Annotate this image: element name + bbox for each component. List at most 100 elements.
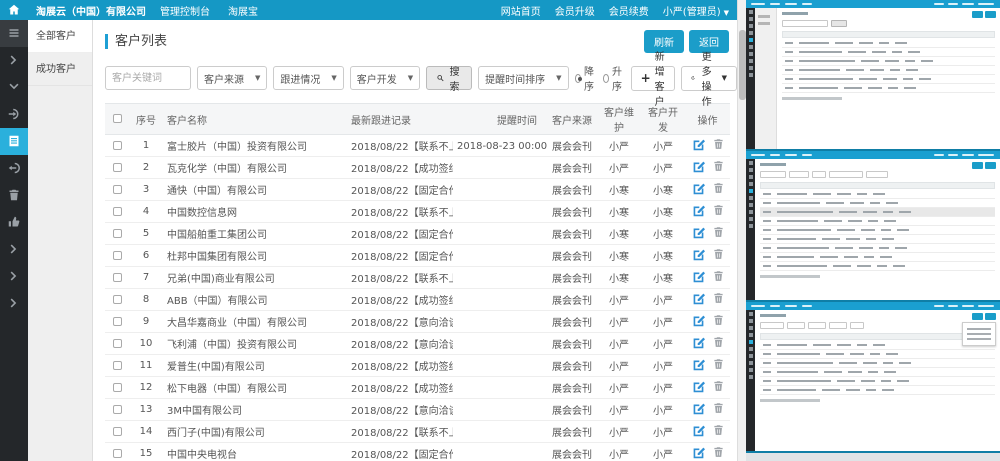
edit-icon[interactable] bbox=[692, 226, 705, 242]
col-header-remind[interactable]: 提醒时间 bbox=[453, 104, 547, 135]
chevron-down-icon: ▼ bbox=[408, 74, 413, 82]
source-select[interactable]: 客户来源▼ bbox=[197, 66, 267, 90]
cell-record: 2018/08/22【联系不上】 bbox=[347, 135, 453, 157]
user-menu[interactable]: 小严(管理员)▼ bbox=[663, 3, 729, 18]
row-checkbox[interactable] bbox=[113, 317, 122, 326]
sidebar-trash-item[interactable] bbox=[0, 182, 28, 209]
sidebar-chevron-down-item[interactable] bbox=[0, 74, 28, 101]
row-checkbox[interactable] bbox=[113, 273, 122, 282]
cell-developer: 小严 bbox=[641, 377, 685, 399]
cell-source: 展会会刊 bbox=[547, 267, 597, 289]
cell-developer: 小严 bbox=[641, 289, 685, 311]
row-checkbox[interactable] bbox=[113, 383, 122, 392]
trash-icon[interactable] bbox=[713, 314, 724, 329]
keyword-input[interactable] bbox=[105, 66, 191, 90]
cell-no: 7 bbox=[129, 267, 163, 289]
nav-site-home[interactable]: 网站首页 bbox=[501, 3, 541, 18]
trash-icon[interactable] bbox=[713, 270, 724, 285]
row-checkbox[interactable] bbox=[113, 339, 122, 348]
sidebar-sign-out-item[interactable] bbox=[0, 155, 28, 182]
nav-member-upgrade[interactable]: 会员升级 bbox=[555, 3, 595, 18]
trash-icon[interactable] bbox=[713, 380, 724, 395]
row-checkbox[interactable] bbox=[113, 163, 122, 172]
cell-developer: 小严 bbox=[641, 135, 685, 157]
cell-no: 9 bbox=[129, 311, 163, 333]
edit-icon[interactable] bbox=[692, 336, 705, 352]
nav-console[interactable]: 管理控制台 bbox=[160, 3, 210, 18]
trash-icon[interactable] bbox=[713, 182, 724, 197]
row-checkbox[interactable] bbox=[113, 229, 122, 238]
edit-icon[interactable] bbox=[692, 424, 705, 440]
sidebar-chevron-right-item[interactable] bbox=[0, 290, 28, 317]
trash-icon[interactable] bbox=[713, 402, 724, 417]
search-icon bbox=[437, 73, 444, 83]
trash-icon[interactable] bbox=[713, 358, 724, 373]
row-checkbox[interactable] bbox=[113, 405, 122, 414]
scrollbar-thumb[interactable] bbox=[739, 30, 746, 100]
sidebar-list-item[interactable] bbox=[0, 128, 28, 155]
edit-icon[interactable] bbox=[692, 292, 705, 308]
row-checkbox[interactable] bbox=[113, 427, 122, 436]
followup-select[interactable]: 跟进情况▼ bbox=[273, 66, 343, 90]
sidebar-sign-in-item[interactable] bbox=[0, 101, 28, 128]
more-actions-button[interactable]: 更多操作▼ bbox=[681, 66, 737, 91]
cell-developer: 小寒 bbox=[641, 245, 685, 267]
trash-icon[interactable] bbox=[713, 446, 724, 461]
edit-icon[interactable] bbox=[692, 380, 705, 396]
trash-icon[interactable] bbox=[713, 204, 724, 219]
sidebar-item-all-customers[interactable]: 全部客户 bbox=[28, 20, 92, 53]
row-checkbox[interactable] bbox=[113, 361, 122, 370]
search-button[interactable]: 搜索 bbox=[426, 66, 472, 90]
home-button[interactable] bbox=[0, 0, 28, 20]
row-checkbox[interactable] bbox=[113, 185, 122, 194]
trash-icon[interactable] bbox=[713, 138, 724, 153]
edit-icon[interactable] bbox=[692, 204, 705, 220]
nav-member-renew[interactable]: 会员续费 bbox=[609, 3, 649, 18]
edit-icon[interactable] bbox=[692, 248, 705, 264]
edit-icon[interactable] bbox=[692, 138, 705, 154]
cell-remind bbox=[453, 311, 547, 333]
main-scrollbar[interactable] bbox=[737, 0, 746, 461]
sidebar-thumbs-up-item[interactable] bbox=[0, 209, 28, 236]
row-checkbox[interactable] bbox=[113, 251, 122, 260]
preview-thumbnail-2[interactable] bbox=[746, 151, 1000, 302]
edit-icon[interactable] bbox=[692, 358, 705, 374]
sort-desc-radio[interactable]: 降序 bbox=[575, 63, 597, 93]
trash-icon[interactable] bbox=[713, 226, 724, 241]
edit-icon[interactable] bbox=[692, 270, 705, 286]
develop-select[interactable]: 客户开发▼ bbox=[350, 66, 420, 90]
edit-icon[interactable] bbox=[692, 314, 705, 330]
cell-record: 2018/08/22【成功签约】 bbox=[347, 157, 453, 179]
chevron-right-icon bbox=[8, 240, 20, 259]
chevron-down-icon: ▼ bbox=[722, 74, 727, 82]
chevron-right-icon bbox=[8, 294, 20, 313]
sort-select[interactable]: 提醒时间排序▼ bbox=[478, 66, 568, 90]
trash-icon[interactable] bbox=[713, 292, 724, 307]
row-checkbox[interactable] bbox=[113, 449, 122, 458]
table-row: 9大昌华嘉商业（中国）有限公司2018/08/22【意向洽谈】展会会刊小严小严 bbox=[105, 311, 730, 333]
cell-remind bbox=[453, 377, 547, 399]
sidebar-chevron-right-item[interactable] bbox=[0, 263, 28, 290]
cell-remind bbox=[453, 421, 547, 443]
select-all-checkbox[interactable] bbox=[113, 114, 122, 123]
sidebar-chevron-right-item[interactable] bbox=[0, 236, 28, 263]
trash-icon[interactable] bbox=[713, 336, 724, 351]
sidebar-menu-item[interactable] bbox=[0, 20, 28, 47]
trash-icon[interactable] bbox=[713, 424, 724, 439]
row-checkbox[interactable] bbox=[113, 207, 122, 216]
preview-thumbnail-1[interactable] bbox=[746, 0, 1000, 151]
trash-icon[interactable] bbox=[713, 248, 724, 263]
sidebar-item-success-customers[interactable]: 成功客户 bbox=[28, 53, 92, 86]
row-checkbox[interactable] bbox=[113, 141, 122, 150]
trash-icon[interactable] bbox=[713, 160, 724, 175]
row-checkbox[interactable] bbox=[113, 295, 122, 304]
sidebar-chevron-right-item[interactable] bbox=[0, 47, 28, 74]
edit-icon[interactable] bbox=[692, 446, 705, 461]
add-customer-button[interactable]: +新增客户 bbox=[631, 66, 675, 91]
edit-icon[interactable] bbox=[692, 182, 705, 198]
edit-icon[interactable] bbox=[692, 402, 705, 418]
edit-icon[interactable] bbox=[692, 160, 705, 176]
nav-taozhanbao[interactable]: 淘展宝 bbox=[228, 3, 258, 18]
sort-asc-radio[interactable]: 升序 bbox=[603, 63, 625, 93]
preview-thumbnail-3[interactable] bbox=[746, 302, 1000, 453]
